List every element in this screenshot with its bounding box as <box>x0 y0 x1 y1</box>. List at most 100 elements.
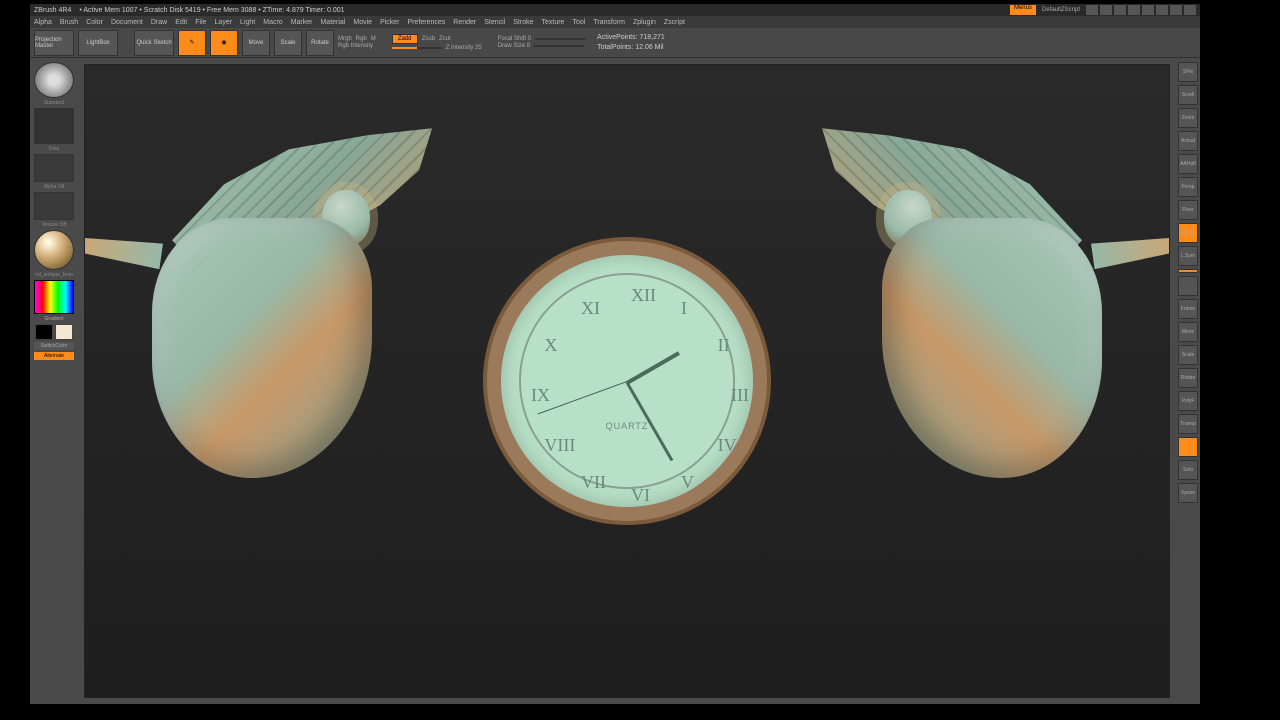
window-btn-1[interactable] <box>1086 5 1098 15</box>
window-btn-2[interactable] <box>1100 5 1112 15</box>
secondary-color-swatch[interactable] <box>35 324 53 340</box>
angel-right <box>762 138 1162 518</box>
menu-render[interactable]: Render <box>453 19 476 26</box>
title-bar: ZBrush 4R4 • Active Mem 1007 • Scratch D… <box>30 4 1200 16</box>
rightpanel-btn17[interactable] <box>1178 437 1198 457</box>
main-toolbar: Projection Master LightBox Quick Sketch … <box>30 28 1200 58</box>
menu-tool[interactable]: Tool <box>572 19 585 26</box>
move-button[interactable]: Move <box>242 30 270 56</box>
material-selector[interactable] <box>34 230 74 270</box>
color-picker[interactable] <box>34 280 74 314</box>
edit-button[interactable]: ✎ <box>178 30 206 56</box>
primary-color-swatch[interactable] <box>55 324 73 340</box>
scale-button[interactable]: Scale <box>274 30 302 56</box>
menu-texture[interactable]: Texture <box>541 19 564 26</box>
canvas-area: XIIIIIIIIIVVVIVIIVIIIIXXXI QUARTZ <box>78 58 1176 704</box>
focal-shift-slider[interactable] <box>535 38 585 40</box>
rightpanel-move[interactable]: Move <box>1178 322 1198 342</box>
rightpanel-btn10[interactable] <box>1178 276 1198 296</box>
quartz-label: QUARTZ <box>606 421 649 431</box>
rightpanel-persp[interactable]: Persp <box>1178 177 1198 197</box>
alpha-label: Alpha Off <box>34 184 74 190</box>
menu-transform[interactable]: Transform <box>593 19 625 26</box>
rightpanel-actual[interactable]: Actual <box>1178 131 1198 151</box>
menu-zscript[interactable]: Zscript <box>664 19 685 26</box>
gradient-label[interactable]: Gradient <box>34 316 74 322</box>
menu-edit[interactable]: Edit <box>175 19 187 26</box>
menu-stencil[interactable]: Stencil <box>484 19 505 26</box>
m-label[interactable]: M <box>371 36 376 42</box>
numeral-X: X <box>544 335 557 356</box>
menu-stroke[interactable]: Stroke <box>513 19 533 26</box>
rightpanel-spix[interactable]: SPix <box>1178 62 1198 82</box>
window-btn-4[interactable] <box>1128 5 1140 15</box>
lightbox-button[interactable]: LightBox <box>78 30 118 56</box>
quicksketch-button[interactable]: Quick Sketch <box>134 30 174 56</box>
default-zscript[interactable]: DefaultZScript <box>1038 7 1084 13</box>
rightpanel-floor[interactable]: Floor <box>1178 200 1198 220</box>
rightpanel-zoom[interactable]: Zoom <box>1178 108 1198 128</box>
menu-macro[interactable]: Macro <box>263 19 282 26</box>
numeral-VII: VII <box>581 472 606 493</box>
rightpanel-rotate[interactable]: Rotate <box>1178 368 1198 388</box>
numeral-III: III <box>731 385 749 406</box>
window-close[interactable] <box>1184 5 1196 15</box>
rightpanel-aahalf[interactable]: AAHalf <box>1178 154 1198 174</box>
texture-selector[interactable] <box>34 192 74 220</box>
left-panel: Standard Dots Alpha Off Texture Off nd_a… <box>30 58 78 704</box>
stroke-selector[interactable] <box>34 108 74 144</box>
window-btn-3[interactable] <box>1114 5 1126 15</box>
alternate-button[interactable]: Alternate <box>34 352 74 360</box>
menu-zplugin[interactable]: Zplugin <box>633 19 656 26</box>
zadd-button[interactable]: Zadd <box>392 34 418 44</box>
menu-material[interactable]: Material <box>320 19 345 26</box>
projection-master-button[interactable]: Projection Master <box>34 30 74 56</box>
rightpanel-btn9[interactable] <box>1178 269 1198 273</box>
menu-alpha[interactable]: Alpha <box>34 19 52 26</box>
switchcolor-button[interactable]: SwitchColor <box>34 342 74 350</box>
rotate-button[interactable]: Rotate <box>306 30 334 56</box>
window-btn-5[interactable] <box>1142 5 1154 15</box>
alpha-selector[interactable] <box>34 154 74 182</box>
menu-file[interactable]: File <box>195 19 206 26</box>
brush-selector[interactable] <box>34 62 74 98</box>
rightpanel-transp[interactable]: Transp <box>1178 414 1198 434</box>
active-points-stat: ActivePoints: 718,271 <box>597 33 665 42</box>
zsub-button[interactable]: Zsub <box>422 36 435 42</box>
window-minimize[interactable] <box>1156 5 1168 15</box>
clock-face: XIIIIIIIIIVVVIVIIVIIIIXXXI QUARTZ <box>487 241 767 521</box>
focal-shift-label: Focal Shift 0 <box>498 36 531 42</box>
draw-size-slider[interactable] <box>534 45 584 47</box>
rightpanel-frame[interactable]: Frame <box>1178 299 1198 319</box>
app-name: ZBrush 4R4 <box>34 7 71 14</box>
menu-marker[interactable]: Marker <box>291 19 313 26</box>
mem-stats: • Active Mem 1007 • Scratch Disk 5419 • … <box>79 7 344 14</box>
menu-draw[interactable]: Draw <box>151 19 167 26</box>
rgb-label[interactable]: Rgb <box>356 36 367 42</box>
viewport[interactable]: XIIIIIIIIIVVVIVIIVIIIIXXXI QUARTZ <box>84 64 1170 698</box>
menu-brush[interactable]: Brush <box>60 19 78 26</box>
rightpanel-l.sym[interactable]: L.Sym <box>1178 246 1198 266</box>
horn-shape <box>84 223 163 270</box>
menus-button[interactable]: Menus <box>1010 5 1036 15</box>
pencil-icon: ✎ <box>189 39 194 46</box>
menu-preferences[interactable]: Preferences <box>408 19 446 26</box>
rightpanel-local[interactable]: Local <box>1178 223 1198 243</box>
menu-layer[interactable]: Layer <box>215 19 233 26</box>
menu-picker[interactable]: Picker <box>380 19 399 26</box>
menu-light[interactable]: Light <box>240 19 255 26</box>
rightpanel-solo[interactable]: Solo <box>1178 460 1198 480</box>
z-intensity-slider[interactable] <box>392 47 442 49</box>
menu-movie[interactable]: Movie <box>353 19 372 26</box>
zcut-button[interactable]: Zcut <box>439 36 451 42</box>
rightpanel-xpose[interactable]: Xpose <box>1178 483 1198 503</box>
draw-button[interactable]: ◉ <box>210 30 238 56</box>
rightpanel-scale[interactable]: Scale <box>1178 345 1198 365</box>
menu-color[interactable]: Color <box>86 19 103 26</box>
stroke-name-label: Dots <box>34 146 74 152</box>
window-maximize[interactable] <box>1170 5 1182 15</box>
menu-document[interactable]: Document <box>111 19 143 26</box>
rightpanel-scroll[interactable]: Scroll <box>1178 85 1198 105</box>
mrgb-label[interactable]: Mrgb <box>338 36 352 42</box>
rightpanel-polyf[interactable]: PolyF <box>1178 391 1198 411</box>
